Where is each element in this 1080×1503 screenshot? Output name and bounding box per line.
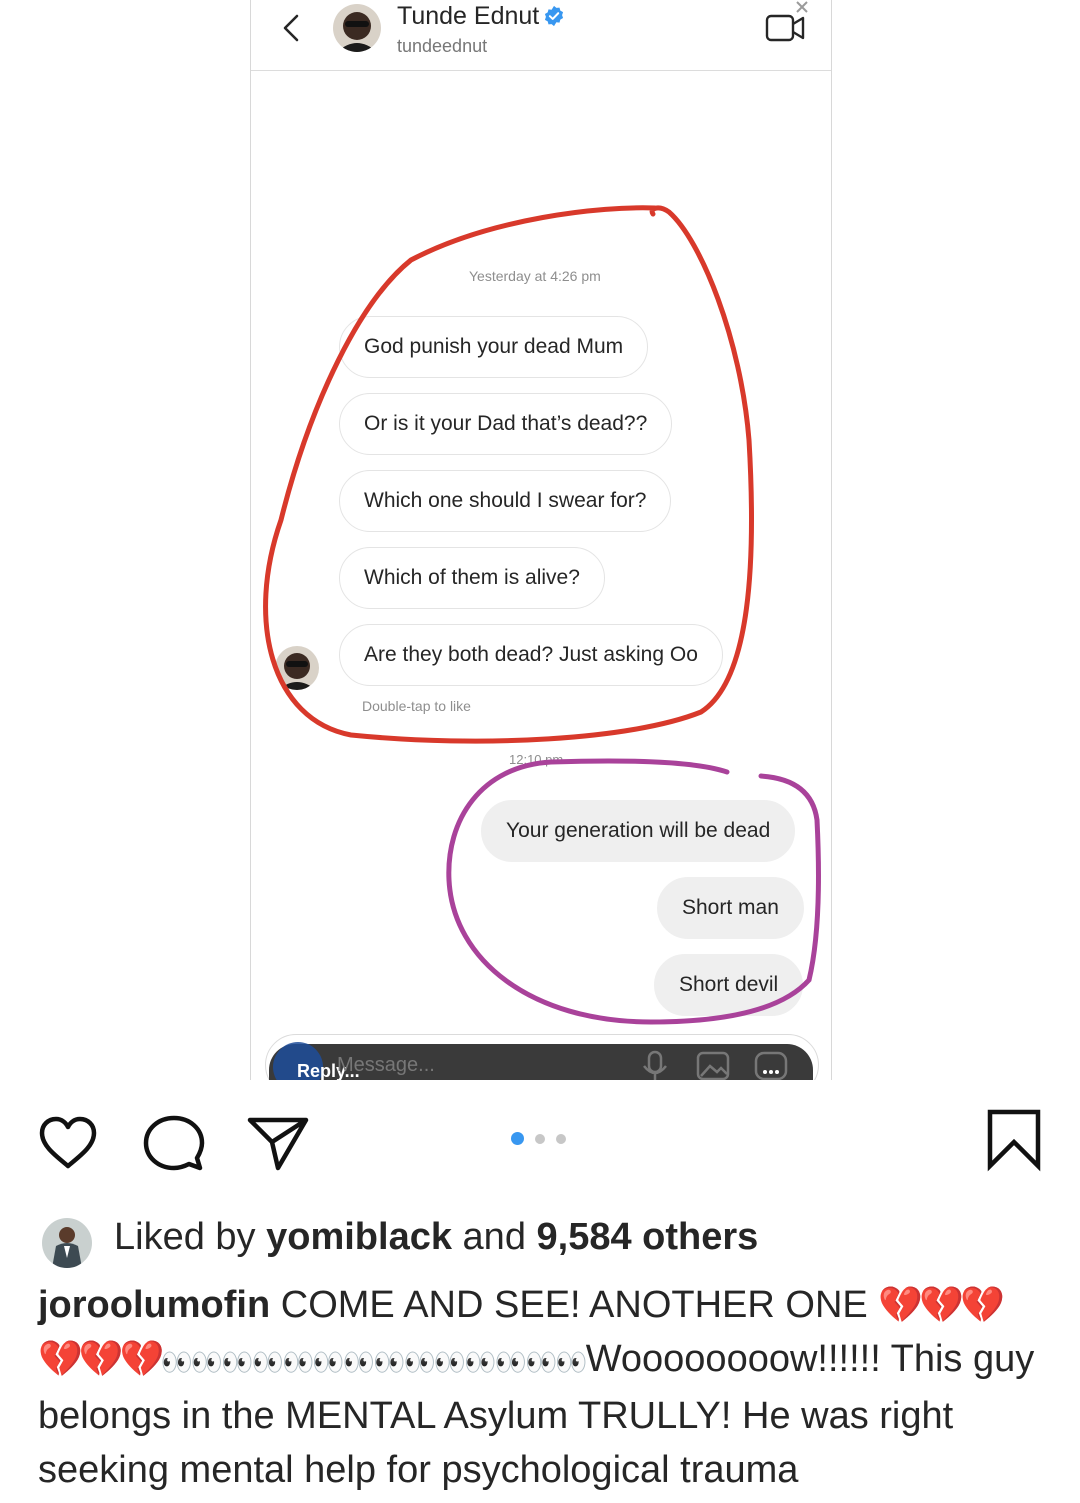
microphone-icon[interactable] <box>635 1046 675 1080</box>
dm-header: Tunde Ednut tundeednut <box>251 0 831 71</box>
carousel-dot[interactable] <box>535 1134 545 1144</box>
carousel-dot-active[interactable] <box>511 1132 524 1145</box>
likes-summary[interactable]: Liked by yomiblack and 9,584 others <box>114 1216 758 1259</box>
post-caption: joroolumofin COME AND SEE! ANOTHER ONE 💔… <box>38 1278 1048 1497</box>
incoming-message[interactable]: Which one should I swear for? <box>339 470 672 532</box>
liked-by-user[interactable]: yomiblack <box>266 1216 452 1258</box>
sticker-icon[interactable] <box>751 1046 791 1080</box>
likes-and: and <box>462 1216 526 1258</box>
outgoing-message[interactable]: Short devil <box>654 954 804 1016</box>
caption-eyes: 👀👀👀👀👀👀👀👀👀👀👀👀👀👀 <box>160 1347 587 1377</box>
caption-broken-hearts: 💔💔💔 <box>878 1284 1005 1325</box>
outgoing-message[interactable]: Your generation will be dead <box>481 800 796 862</box>
message-input[interactable]: Message... <box>337 1054 435 1077</box>
message-timestamp: 12:10 pm <box>509 752 564 767</box>
contact-handle: tundeednut <box>397 36 488 56</box>
carousel-indicator <box>511 1132 571 1146</box>
verified-badge-icon <box>545 5 564 27</box>
likes-prefix: Liked by <box>114 1216 256 1258</box>
contact-name-text: Tunde Ednut <box>397 2 540 30</box>
dm-screenshot: Tunde Ednut tundeednut Yesterday at 4:26… <box>250 0 832 1080</box>
video-call-icon[interactable] <box>763 0 809 46</box>
double-tap-hint: Double-tap to like <box>362 698 471 714</box>
caption-broken-hearts: 💔💔💔 <box>38 1338 165 1379</box>
incoming-message[interactable]: Are they both dead? Just asking Oo <box>339 624 723 686</box>
comment-icon[interactable] <box>142 1112 206 1176</box>
carousel-dot[interactable] <box>556 1134 566 1144</box>
likes-count[interactable]: 9,584 others <box>537 1216 759 1258</box>
caption-text: COME AND SEE! ANOTHER ONE <box>280 1284 868 1326</box>
sender-avatar[interactable] <box>275 646 319 690</box>
bookmark-icon[interactable] <box>982 1108 1046 1172</box>
like-heart-icon[interactable] <box>36 1112 100 1176</box>
share-paper-plane-icon[interactable] <box>246 1112 310 1176</box>
incoming-message[interactable]: Or is it your Dad that’s dead?? <box>339 393 673 455</box>
incoming-message[interactable]: Which of them is alive? <box>339 547 605 609</box>
gallery-icon[interactable] <box>693 1046 733 1080</box>
liker-avatar[interactable] <box>42 1218 92 1268</box>
message-timestamp: Yesterday at 4:26 pm <box>469 268 601 284</box>
outgoing-message[interactable]: Short man <box>657 877 804 939</box>
back-arrow-icon[interactable] <box>277 10 307 46</box>
contact-avatar[interactable] <box>333 4 381 52</box>
caption-username[interactable]: joroolumofin <box>38 1284 270 1326</box>
incoming-message[interactable]: God punish your dead Mum <box>339 316 649 378</box>
contact-name[interactable]: Tunde Ednut <box>397 2 565 31</box>
